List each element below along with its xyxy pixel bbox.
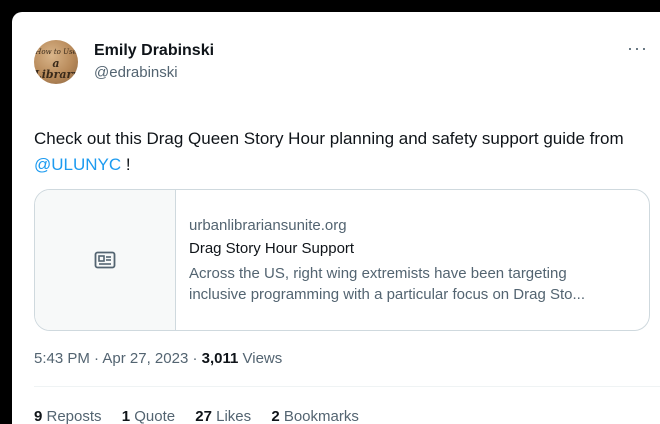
meta-separator: · bbox=[188, 350, 202, 367]
author-handle[interactable]: @edrabinski bbox=[94, 64, 178, 81]
tweet-text-body: Check out this Drag Queen Story Hour pla… bbox=[34, 129, 624, 148]
more-horizontal-icon: ··· bbox=[627, 38, 648, 58]
views-label: Views bbox=[238, 350, 283, 367]
quotes-label: Quote bbox=[130, 408, 176, 424]
bookmarks-label: Bookmarks bbox=[279, 408, 359, 424]
card-description-line1: Across the US, right wing extremists hav… bbox=[189, 265, 567, 282]
card-domain: urbanlibrariansunite.org bbox=[189, 217, 347, 234]
quotes-count: 1 bbox=[121, 408, 131, 424]
card-description: Across the US, right wing extremists hav… bbox=[189, 263, 639, 305]
tweet-text-end: ! bbox=[121, 155, 131, 174]
quotes-stat[interactable]: 1 Quote bbox=[122, 408, 175, 424]
avatar-text-bottom: a Library bbox=[34, 57, 78, 81]
news-article-icon bbox=[94, 251, 116, 269]
likes-count: 27 bbox=[195, 408, 212, 424]
divider bbox=[34, 386, 660, 387]
card-description-line2: inclusive programming with a particular … bbox=[189, 286, 586, 303]
likes-label: Likes bbox=[211, 408, 252, 424]
card-title: Drag Story Hour Support bbox=[189, 240, 355, 257]
avatar[interactable]: How to Use a Library bbox=[34, 40, 78, 84]
link-preview-card[interactable]: urbanlibrariansunite.org Drag Story Hour… bbox=[34, 189, 650, 331]
tweet-text: Check out this Drag Queen Story Hour pla… bbox=[34, 126, 654, 178]
likes-stat[interactable]: 27 Likes bbox=[195, 408, 251, 424]
mention-link[interactable]: @ULUNYC bbox=[34, 155, 121, 174]
author-name[interactable]: Emily Drabinski bbox=[94, 42, 214, 60]
views-count: 3,011 bbox=[201, 350, 239, 367]
tweet-frame: How to Use a Library Emily Drabinski @ed… bbox=[12, 12, 660, 424]
reposts-label: Reposts bbox=[42, 408, 102, 424]
more-options-button[interactable]: ··· bbox=[627, 38, 648, 59]
tweet: How to Use a Library Emily Drabinski @ed… bbox=[34, 34, 660, 424]
meta-separator: · bbox=[89, 350, 103, 367]
engagement-stats: 9 Reposts 1 Quote 27 Likes 2 Bookmarks bbox=[34, 408, 375, 424]
avatar-text-top: How to Use bbox=[35, 48, 77, 56]
bookmarks-stat[interactable]: 2 Bookmarks bbox=[271, 408, 359, 424]
tweet-date[interactable]: Apr 27, 2023 bbox=[102, 350, 188, 367]
tweet-meta: 5:43 PM · Apr 27, 2023 · 3,011 Views bbox=[34, 350, 282, 367]
reposts-stat[interactable]: 9 Reposts bbox=[34, 408, 102, 424]
tweet-time[interactable]: 5:43 PM bbox=[34, 350, 90, 367]
bookmarks-count: 2 bbox=[271, 408, 280, 424]
card-thumbnail bbox=[35, 190, 176, 330]
